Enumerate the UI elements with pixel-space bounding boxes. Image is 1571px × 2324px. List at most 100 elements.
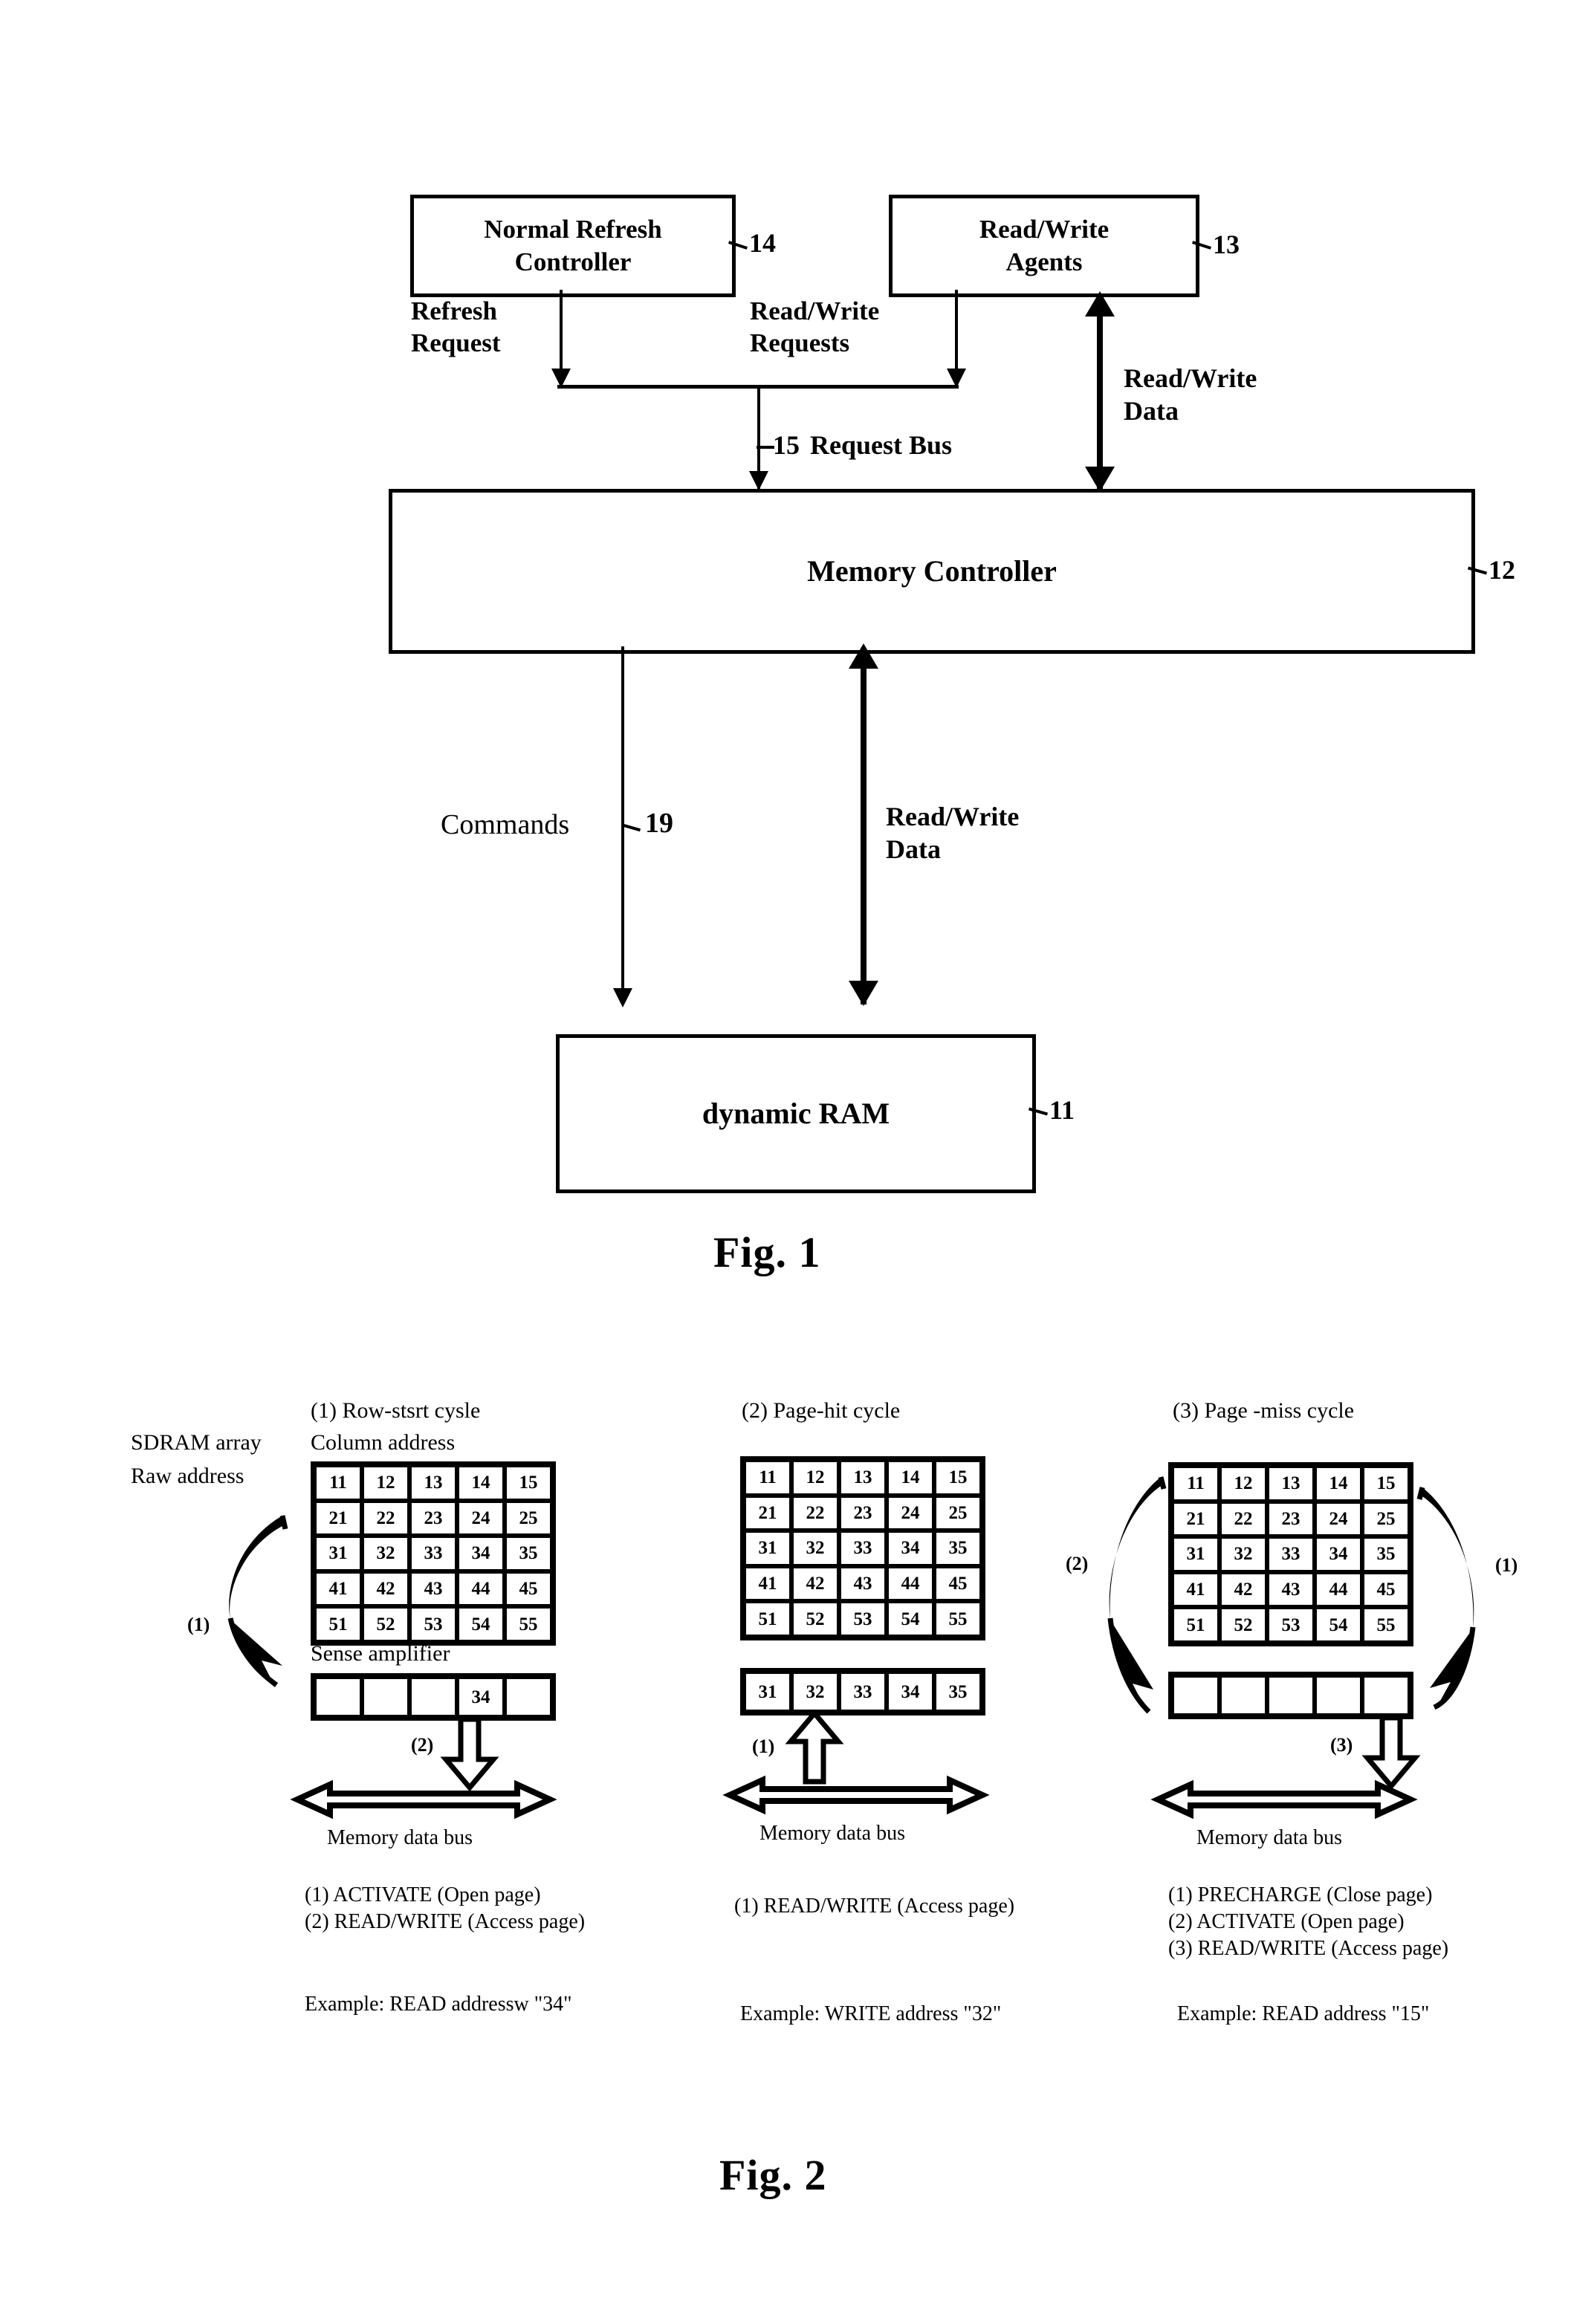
connector-read-write-data-upper <box>1097 297 1103 492</box>
ref-tick-19 <box>622 823 641 832</box>
grid-cell: 45 <box>505 1571 552 1607</box>
grid-cell: 12 <box>1219 1466 1267 1502</box>
arrow-up-read-write-data-upper <box>1085 291 1115 317</box>
block-label-line2: Controller <box>514 247 632 276</box>
col2-example: Example: WRITE address "32" <box>740 2002 1002 2025</box>
connector-read-write-data-lower <box>861 654 867 1004</box>
grid-cell: 22 <box>791 1495 839 1531</box>
grid-cell: 13 <box>1267 1466 1315 1502</box>
grid-cell: 45 <box>1362 1571 1410 1608</box>
grid-cell: 34 <box>457 1536 505 1571</box>
grid-cell: 22 <box>1219 1501 1267 1537</box>
grid-cell: 15 <box>1362 1466 1410 1502</box>
col2-sdram-grid: 11 12 13 14 15 21 22 23 24 25 31 32 33 34 35 41 42 43 44 45… <box>740 1456 985 1640</box>
grid-cell: 51 <box>744 1601 791 1637</box>
grid-cell: 12 <box>791 1460 839 1496</box>
grid-cell: 14 <box>887 1460 934 1496</box>
grid-cell: 35 <box>934 1531 982 1566</box>
sense-amplifier-cell <box>1267 1675 1315 1716</box>
grid-cell: 24 <box>1315 1501 1362 1537</box>
sense-amplifier-cell <box>409 1677 457 1717</box>
arrow-commands <box>613 988 632 1007</box>
grid-cell: 14 <box>1315 1466 1362 1502</box>
sense-amplifier-cell: 32 <box>791 1672 839 1712</box>
block-label-dynamic-ram: dynamic RAM <box>702 1097 890 1130</box>
grid-cell: 55 <box>934 1601 982 1637</box>
ref-tick-15 <box>757 446 774 449</box>
col1-curved-arrow-label: (1) <box>187 1614 210 1635</box>
grid-cell: 43 <box>409 1571 457 1607</box>
col2-steps: (1) READ/WRITE (Access page) <box>734 1895 1015 1918</box>
label-read-write-data-lower: Read/Write Data <box>886 802 1020 864</box>
grid-cell: 43 <box>1267 1571 1315 1608</box>
grid-cell: 52 <box>362 1606 409 1642</box>
ref-numeral-14: 14 <box>749 228 776 258</box>
grid-cell: 32 <box>1219 1536 1267 1572</box>
col3-steps: (1) PRECHARGE (Close page) (2) ACTIVATE … <box>1168 1883 1449 1960</box>
grid-cell: 15 <box>934 1460 982 1496</box>
sense-amplifier-cell <box>1219 1675 1267 1716</box>
col1-sdram-grid: 11 12 13 14 15 21 22 23 24 25 31 32 33 34 35 41 42 43 44 45… <box>311 1461 556 1646</box>
grid-cell: 11 <box>314 1465 362 1501</box>
col3-curved-arrow-left-label: (2) <box>1066 1553 1089 1574</box>
ref-numeral-11: 11 <box>1049 1095 1075 1125</box>
col1-column-address-label: Column address <box>311 1430 456 1455</box>
grid-cell: 51 <box>314 1606 362 1642</box>
grid-cell: 52 <box>1219 1607 1267 1643</box>
grid-cell: 14 <box>457 1465 505 1501</box>
grid-cell: 35 <box>505 1536 552 1571</box>
col3-vertical-hollow-arrow <box>1361 1715 1421 1791</box>
col3-sense-amplifier <box>1168 1672 1413 1719</box>
label-raw-address: Raw address <box>131 1464 244 1488</box>
label-commands: Commands <box>441 809 570 840</box>
grid-cell: 55 <box>1362 1607 1410 1643</box>
grid-cell: 24 <box>457 1500 505 1536</box>
sense-amplifier-cell <box>505 1677 552 1717</box>
grid-cell: 41 <box>744 1565 791 1602</box>
grid-cell: 21 <box>744 1495 791 1531</box>
grid-cell: 44 <box>887 1565 934 1602</box>
label-read-write-requests: Read/Write Requests <box>750 296 880 357</box>
grid-cell: 53 <box>1267 1607 1315 1643</box>
sense-amplifier-cell: 34 <box>887 1672 934 1712</box>
col3-curved-arrow-right <box>1405 1480 1494 1710</box>
grid-cell: 21 <box>314 1500 362 1536</box>
grid-cell: 35 <box>1362 1536 1410 1572</box>
block-memory-controller: Memory Controller <box>389 489 1475 654</box>
grid-cell: 23 <box>839 1495 887 1531</box>
grid-cell: 41 <box>314 1571 362 1607</box>
label-sdram-array: SDRAM array <box>131 1430 262 1455</box>
grid-cell: 23 <box>1267 1501 1315 1537</box>
grid-cell: 25 <box>505 1500 552 1536</box>
grid-cell: 43 <box>839 1565 887 1602</box>
grid-cell: 31 <box>314 1536 362 1571</box>
block-label-line1: Normal Refresh <box>484 215 662 244</box>
col1-curved-arrow <box>208 1501 305 1694</box>
col3-curved-arrow-left <box>1089 1471 1179 1716</box>
col1-memory-data-bus-arrow <box>290 1779 557 1820</box>
ref-numeral-19: 19 <box>645 808 673 839</box>
block-normal-refresh-controller: Normal Refresh Controller <box>410 195 736 297</box>
grid-cell: 44 <box>457 1571 505 1607</box>
col1-steps: (1) ACTIVATE (Open page) (2) READ/WRITE … <box>305 1883 586 1933</box>
arrow-request-bus <box>749 471 768 490</box>
grid-cell: 34 <box>1315 1536 1362 1572</box>
col3-title: (3) Page -miss cycle <box>1173 1398 1355 1423</box>
col3-example: Example: READ address "15" <box>1177 2002 1430 2025</box>
col1-example: Example: READ addressw "34" <box>305 1993 572 2016</box>
grid-cell: 23 <box>409 1500 457 1536</box>
grid-cell: 33 <box>1267 1536 1315 1572</box>
block-dynamic-ram: dynamic RAM <box>556 1034 1036 1193</box>
ref-numeral-15: 15 <box>773 430 800 460</box>
sense-amplifier-cell <box>1315 1675 1362 1716</box>
grid-cell: 42 <box>791 1565 839 1602</box>
grid-cell: 12 <box>362 1465 409 1501</box>
grid-cell: 33 <box>409 1536 457 1571</box>
grid-cell: 42 <box>1219 1571 1267 1608</box>
grid-cell: 13 <box>409 1465 457 1501</box>
grid-cell: 44 <box>1315 1571 1362 1608</box>
sense-amplifier-cell: 31 <box>744 1672 791 1712</box>
sense-amplifier-cell: 35 <box>934 1672 982 1712</box>
sense-amplifier-cell <box>1362 1675 1410 1716</box>
grid-cell: 41 <box>1172 1571 1219 1608</box>
